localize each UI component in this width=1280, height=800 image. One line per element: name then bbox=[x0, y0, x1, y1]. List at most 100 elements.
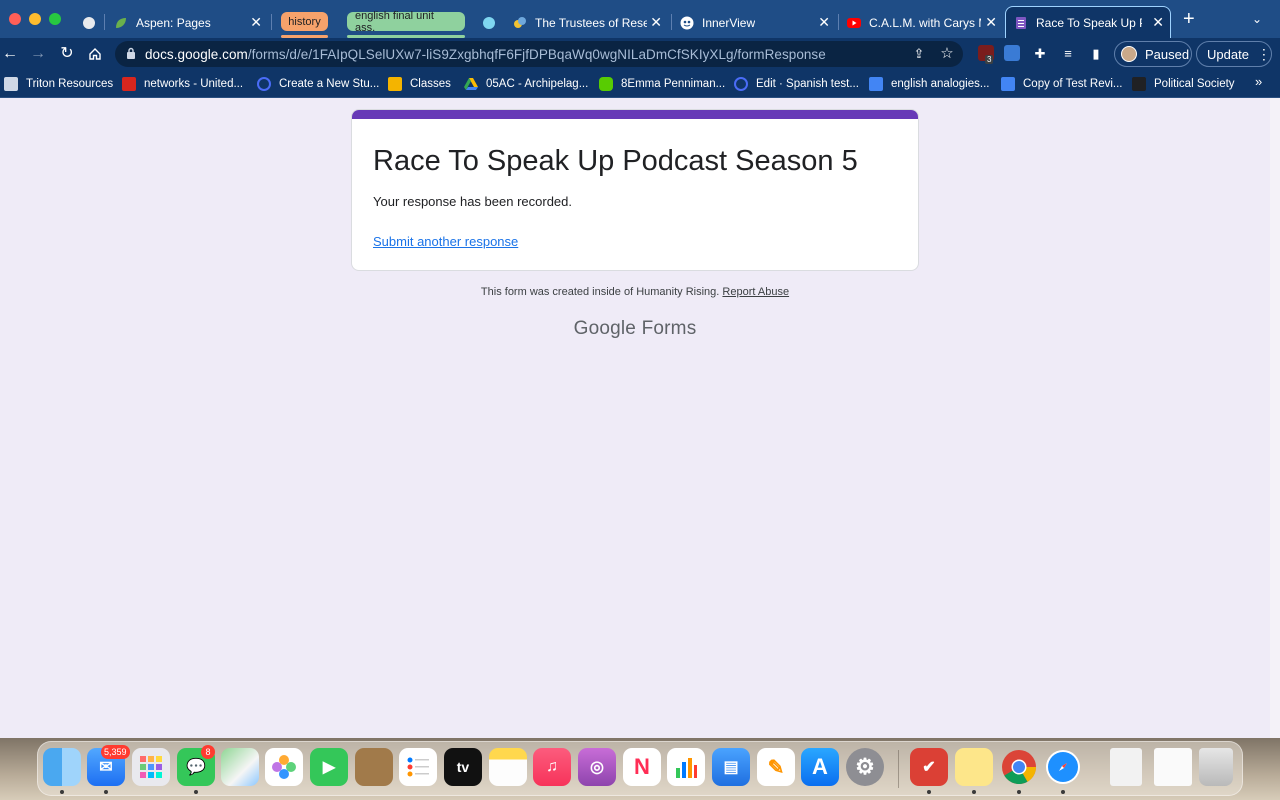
circle-icon bbox=[483, 17, 495, 29]
bookmark-label: english analogies... bbox=[891, 78, 990, 90]
tab-separator bbox=[838, 14, 839, 30]
bookmark-label: Triton Resources bbox=[26, 78, 114, 90]
bookmark-item[interactable]: Triton Resources bbox=[4, 75, 113, 93]
google-forms-logo[interactable]: Google Forms bbox=[0, 318, 1270, 340]
finder-icon[interactable] bbox=[43, 748, 81, 786]
document-file-icon[interactable] bbox=[1154, 748, 1192, 786]
extension-icon[interactable] bbox=[1004, 45, 1020, 61]
chrome-icon[interactable] bbox=[1000, 748, 1038, 786]
tab-pinned-2[interactable] bbox=[482, 8, 504, 38]
stickies-icon[interactable] bbox=[955, 748, 993, 786]
tab-separator bbox=[671, 14, 672, 30]
url-path: /forms/d/e/1FAIpQLSelUXw7-liS9ZxgbhqfF6F… bbox=[247, 47, 826, 62]
tab-pinned-1[interactable] bbox=[82, 8, 104, 38]
page-scrollbar[interactable] bbox=[1270, 98, 1280, 738]
running-indicator bbox=[60, 790, 64, 794]
trash-icon[interactable] bbox=[1199, 748, 1233, 786]
tab-youtube[interactable]: C.A.L.M. with Carys M ✕ bbox=[847, 8, 1002, 38]
bookmarks-overflow-icon[interactable]: » bbox=[1255, 74, 1262, 89]
bookmark-item[interactable]: Political Society bbox=[1132, 75, 1235, 93]
browser-toolbar: ← → ↻ docs.google.com/forms/d/e/1FAIpQLS… bbox=[0, 38, 1280, 70]
address-bar[interactable]: docs.google.com/forms/d/e/1FAIpQLSelUXw7… bbox=[115, 41, 963, 67]
dock-separator bbox=[898, 750, 899, 788]
podcasts-icon[interactable]: ◎ bbox=[578, 748, 616, 786]
bookmark-item[interactable]: 8Emma Penniman... bbox=[599, 75, 725, 93]
system-preferences-icon[interactable]: ⚙ bbox=[846, 748, 884, 786]
minimize-window-button[interactable] bbox=[29, 13, 41, 25]
folder-icon bbox=[4, 77, 18, 91]
bookmark-item[interactable]: Create a New Stu... bbox=[257, 75, 379, 93]
news-icon[interactable]: N bbox=[623, 748, 661, 786]
close-icon[interactable]: ✕ bbox=[1152, 14, 1164, 30]
submit-another-response-link[interactable]: Submit another response bbox=[373, 234, 518, 249]
close-icon[interactable]: ✕ bbox=[985, 14, 997, 30]
maps-icon[interactable] bbox=[221, 748, 259, 786]
avatar bbox=[1121, 46, 1137, 62]
preview-file-icon[interactable] bbox=[1110, 748, 1142, 786]
music-icon[interactable]: ♫ bbox=[533, 748, 571, 786]
home-icon[interactable] bbox=[85, 44, 105, 64]
numbers-icon[interactable] bbox=[667, 748, 705, 786]
puzzle-extensions-icon[interactable]: ✚ bbox=[1031, 45, 1049, 63]
youtube-icon bbox=[847, 18, 861, 28]
tab-group-history[interactable]: history bbox=[281, 12, 328, 31]
profile-button[interactable]: Paused bbox=[1114, 41, 1192, 67]
tab-innerview[interactable]: InnerView ✕ bbox=[680, 8, 836, 38]
bookmark-item[interactable]: Classes bbox=[388, 75, 451, 93]
new-tab-button[interactable]: + bbox=[1183, 9, 1195, 29]
safari-icon[interactable] bbox=[1044, 748, 1082, 786]
update-button[interactable]: Update ⋮ bbox=[1196, 41, 1272, 67]
close-icon[interactable]: ✕ bbox=[250, 14, 262, 30]
keynote-icon[interactable]: ▤ bbox=[712, 748, 750, 786]
running-indicator bbox=[194, 790, 198, 794]
bookmark-item[interactable]: Edit · Spanish test... bbox=[734, 75, 859, 93]
book-icon bbox=[1132, 77, 1146, 91]
bookmark-item[interactable]: Copy of Test Revi... bbox=[1001, 75, 1123, 93]
app-store-icon[interactable]: A bbox=[801, 748, 839, 786]
mcgraw-icon bbox=[122, 77, 136, 91]
running-indicator bbox=[927, 790, 931, 794]
bookmark-label: Create a New Stu... bbox=[279, 78, 380, 90]
star-icon[interactable]: ☆ bbox=[938, 45, 956, 63]
chevron-down-icon[interactable]: ⌄ bbox=[1252, 12, 1262, 26]
contacts-icon[interactable] bbox=[355, 748, 393, 786]
duolingo-icon bbox=[599, 77, 613, 91]
pages-icon[interactable]: ✎ bbox=[757, 748, 795, 786]
close-icon[interactable]: ✕ bbox=[818, 14, 830, 30]
running-indicator bbox=[1061, 790, 1065, 794]
tab-aspen[interactable]: Aspen: Pages ✕ bbox=[114, 8, 270, 38]
notes-icon[interactable] bbox=[489, 748, 527, 786]
back-arrow-icon[interactable]: ← bbox=[0, 44, 20, 64]
tab-strip: Aspen: Pages ✕ history english final uni… bbox=[0, 0, 1280, 38]
share-icon[interactable]: ⇪ bbox=[910, 45, 928, 63]
close-window-button[interactable] bbox=[9, 13, 21, 25]
media-control-icon[interactable]: ≡ bbox=[1059, 45, 1077, 63]
todoist-icon[interactable]: ✔ bbox=[910, 748, 948, 786]
running-indicator bbox=[104, 790, 108, 794]
url-host: docs.google.com bbox=[145, 47, 248, 62]
running-indicator bbox=[1017, 790, 1021, 794]
reminders-icon[interactable] bbox=[399, 748, 437, 786]
tab-group-english[interactable]: english final unit ass. bbox=[347, 10, 465, 34]
messages-badge: 8 bbox=[201, 745, 215, 759]
side-panel-icon[interactable]: ▮ bbox=[1087, 45, 1105, 63]
apple-tv-icon[interactable]: tv bbox=[444, 748, 482, 786]
tab-title: The Trustees of Reser bbox=[535, 16, 647, 30]
reload-icon[interactable]: ↻ bbox=[57, 44, 77, 64]
facetime-icon[interactable]: ▶ bbox=[310, 748, 348, 786]
mail-badge: 5,359 bbox=[101, 745, 130, 759]
report-abuse-link[interactable]: Report Abuse bbox=[722, 286, 789, 298]
bookmark-item[interactable]: networks - United... bbox=[122, 75, 243, 93]
forward-arrow-icon[interactable]: → bbox=[28, 44, 48, 64]
tab-google-forms[interactable]: Race To Speak Up Po ✕ bbox=[1014, 8, 1166, 38]
launchpad-icon[interactable] bbox=[132, 748, 170, 786]
close-icon[interactable]: ✕ bbox=[650, 14, 662, 30]
bookmark-item[interactable]: 05AC - Archipelag... bbox=[464, 75, 588, 93]
photos-icon[interactable] bbox=[265, 748, 303, 786]
bookmark-label: networks - United... bbox=[144, 78, 244, 90]
tab-trustees[interactable]: The Trustees of Reser ✕ bbox=[513, 8, 669, 38]
bookmark-item[interactable]: english analogies... bbox=[869, 75, 989, 93]
zoom-window-button[interactable] bbox=[49, 13, 61, 25]
bookmark-label: Political Society bbox=[1154, 78, 1235, 90]
docs-icon bbox=[1001, 77, 1015, 91]
